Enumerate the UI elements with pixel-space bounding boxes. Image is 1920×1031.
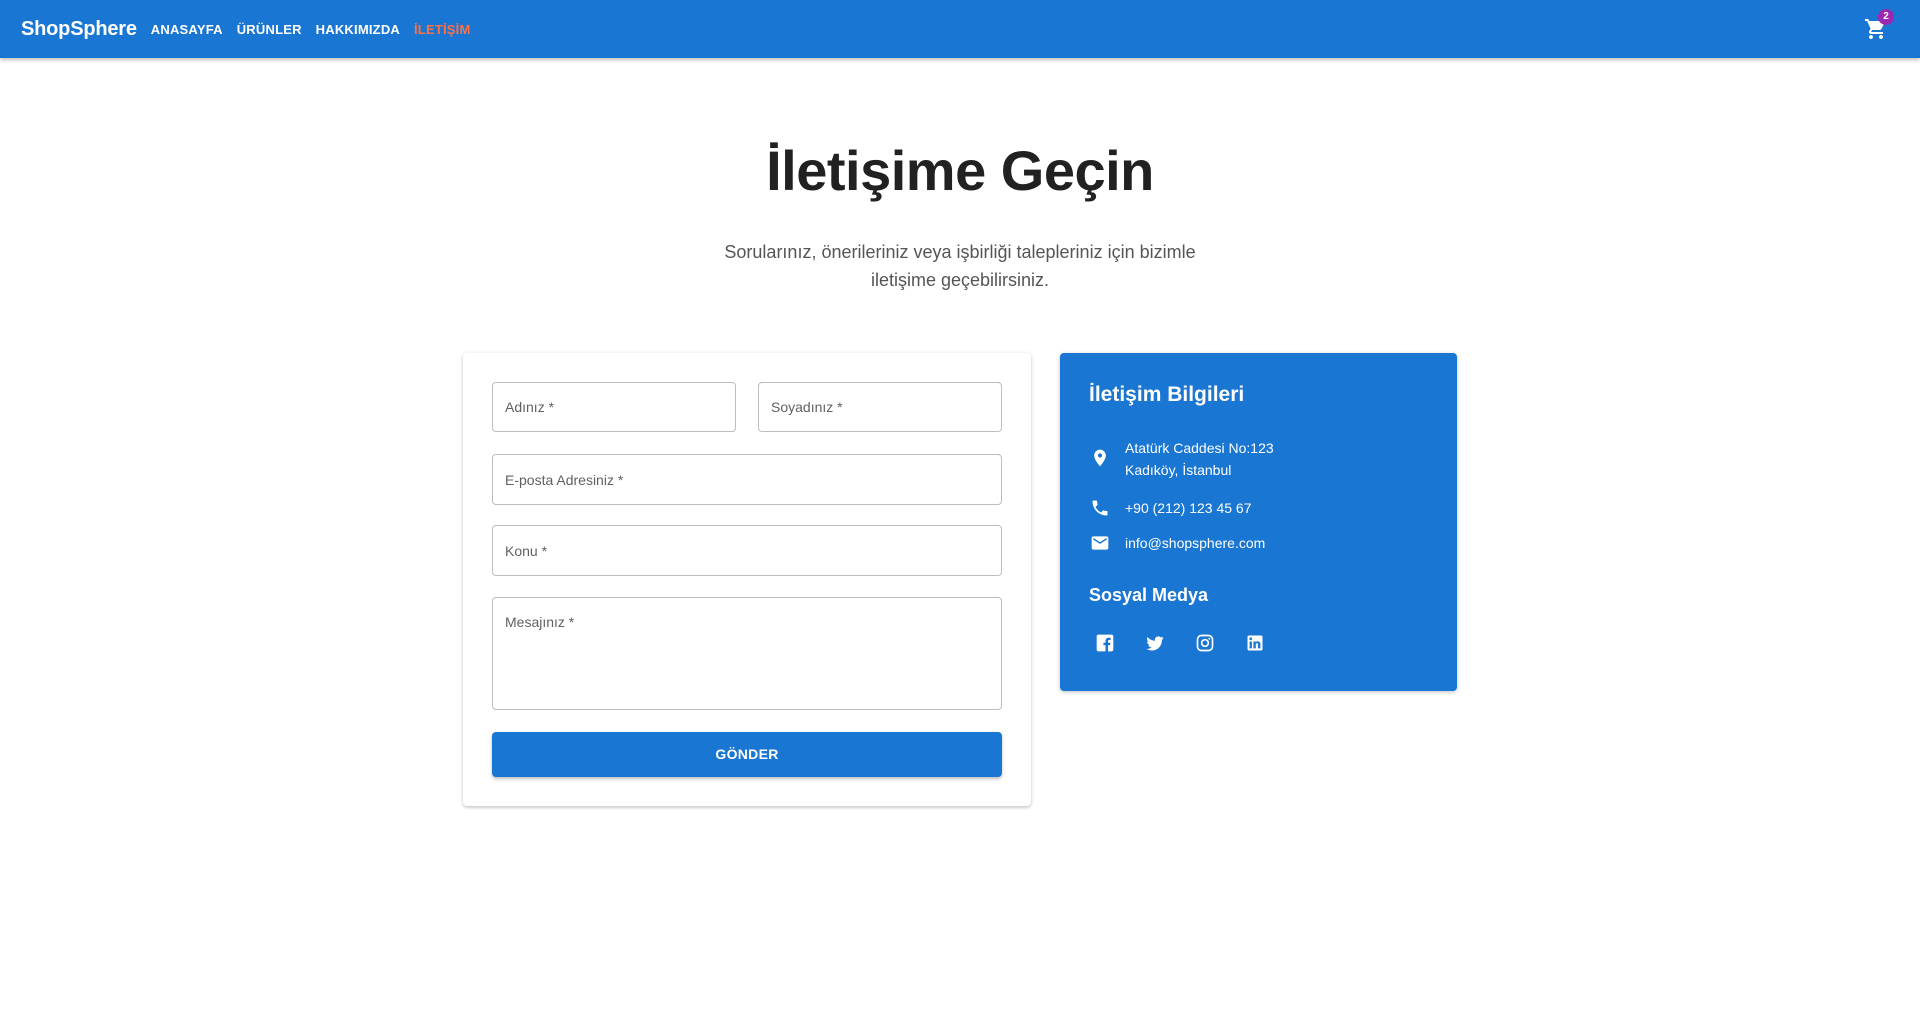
instagram-icon[interactable] <box>1195 633 1215 653</box>
twitter-icon[interactable] <box>1145 633 1165 653</box>
first-name-field[interactable]: Adınız * <box>492 382 736 432</box>
address-line-1: Atatürk Caddesi No:123 <box>1125 440 1274 456</box>
last-name-field[interactable]: Soyadınız * <box>758 382 1002 432</box>
phone-row: +90 (212) 123 45 67 <box>1089 497 1252 519</box>
contact-form: Adınız * Soyadınız * E-posta Adresiniz *… <box>463 353 1031 806</box>
email-text[interactable]: info@shopsphere.com <box>1125 532 1265 554</box>
subject-field[interactable]: Konu * <box>492 525 1002 576</box>
nav-contact[interactable]: İLETİŞİM <box>414 22 471 37</box>
nav-home[interactable]: ANASAYFA <box>151 22 223 37</box>
cart-count-badge: 2 <box>1878 9 1894 25</box>
cart-button[interactable]: 2 <box>1864 9 1894 45</box>
mail-icon <box>1089 532 1111 554</box>
email-field[interactable]: E-posta Adresiniz * <box>492 454 1002 505</box>
last-name-label: Soyadınız * <box>771 399 843 415</box>
phone-text: +90 (212) 123 45 67 <box>1125 500 1252 516</box>
first-name-label: Adınız * <box>505 399 555 415</box>
main-nav: ANASAYFA ÜRÜNLER HAKKIMIZDA İLETİŞİM <box>151 22 485 37</box>
page-subtitle: Sorularınız, önerileriniz veya işbirliği… <box>724 242 1196 290</box>
email-label: E-posta Adresiniz * <box>505 471 624 488</box>
facebook-icon[interactable] <box>1095 633 1115 653</box>
message-field[interactable]: Mesajınız * <box>492 597 1002 710</box>
send-button[interactable]: GÖNDER <box>492 732 1002 777</box>
app-bar: ShopSphere ANASAYFA ÜRÜNLER HAKKIMIZDA İ… <box>0 0 1920 58</box>
contact-info-title: İletişim Bilgileri <box>1089 383 1245 406</box>
message-label: Mesajınız * <box>505 614 575 630</box>
social-links <box>1095 633 1295 653</box>
page-title: İletişime Geçin <box>766 139 1154 202</box>
subject-label: Konu * <box>505 542 548 559</box>
nav-about[interactable]: HAKKIMIZDA <box>316 22 400 37</box>
phone-icon <box>1089 497 1111 519</box>
shopping-cart-icon <box>1864 19 1888 45</box>
social-media-title: Sosyal Medya <box>1089 585 1209 605</box>
location-pin-icon <box>1089 447 1111 469</box>
nav-products[interactable]: ÜRÜNLER <box>237 22 302 37</box>
address-line-2: Kadıköy, İstanbul <box>1125 462 1232 478</box>
linkedin-icon[interactable] <box>1245 633 1265 653</box>
brand-logo[interactable]: ShopSphere <box>21 18 137 41</box>
address-row: Atatürk Caddesi No:123 Kadıköy, İstanbul <box>1089 437 1274 481</box>
contact-info-card: İletişim Bilgileri Atatürk Caddesi No:12… <box>1060 353 1457 691</box>
email-row: info@shopsphere.com <box>1089 532 1265 554</box>
